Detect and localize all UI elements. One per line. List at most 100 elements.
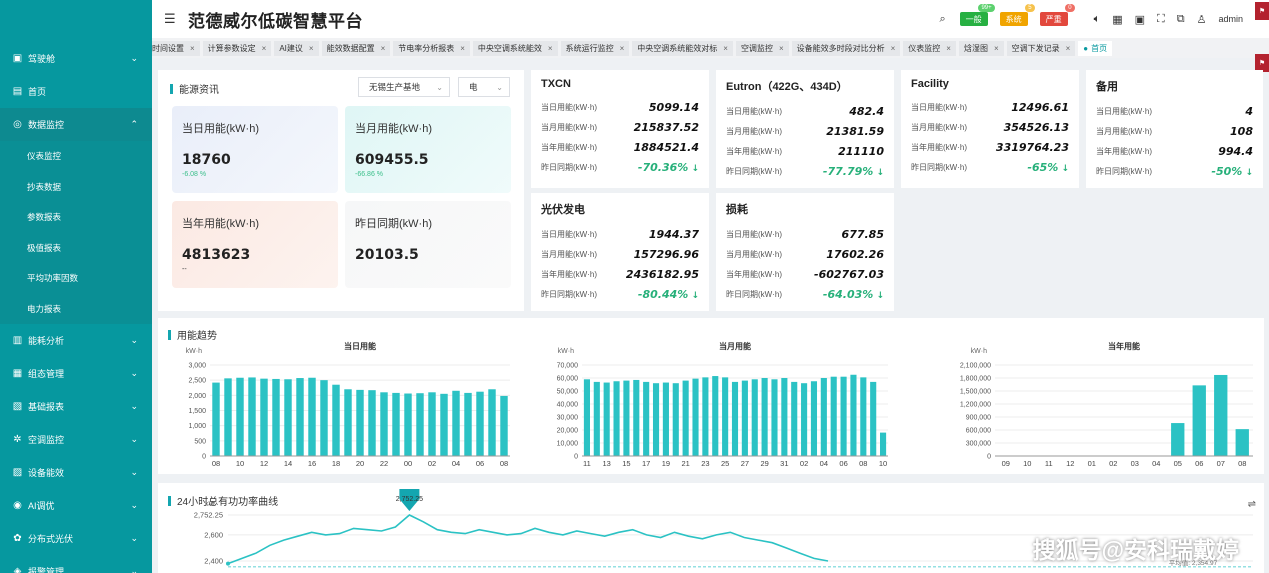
menu-toggle-icon[interactable]: ☰ bbox=[164, 11, 178, 27]
sidebar-item-10[interactable]: ▦ 组态管理 ⌄ bbox=[0, 357, 152, 390]
active-dot-icon: ● bbox=[1083, 43, 1089, 53]
meter-value: 215837.52 bbox=[633, 120, 699, 134]
alarm-badge-0[interactable]: 一般 99+ bbox=[959, 4, 995, 26]
stat-value: 609455.5 bbox=[355, 152, 429, 168]
close-icon[interactable]: × bbox=[190, 44, 195, 53]
close-icon[interactable]: × bbox=[460, 44, 465, 53]
monitor-icon: ◎ bbox=[13, 119, 22, 130]
sidebar-subitem-7[interactable]: 平均功率因数 bbox=[0, 263, 152, 294]
sidebar-item-2[interactable]: ◎ 数据监控 ⌃ bbox=[0, 108, 152, 141]
sidebar-item-1[interactable]: ▤ 首页 bbox=[0, 75, 152, 108]
meter-key: 当日用能(kW·h) bbox=[541, 102, 597, 112]
screen-icon[interactable]: ▣ bbox=[1135, 13, 1145, 26]
sidebar-item-14[interactable]: ◉ AI调优 ⌄ bbox=[0, 489, 152, 522]
sidebar-item-label: 报警管理 bbox=[28, 567, 65, 573]
tab-5[interactable]: 中央空调系统能效 × bbox=[472, 40, 558, 56]
bar bbox=[751, 379, 758, 456]
sidebar-item-label: 设备能效 bbox=[28, 468, 65, 478]
alarm-badge-2[interactable]: 严重 0 bbox=[1039, 4, 1075, 26]
qrcode-icon[interactable]: ▦ bbox=[1112, 13, 1122, 26]
tab-label: 首页 bbox=[1091, 43, 1108, 53]
tab-12[interactable]: 空调下发记录 × bbox=[1006, 40, 1076, 56]
meter-card-title: 光伏发电 bbox=[541, 204, 585, 216]
sidebar-subitem-4[interactable]: 抄表数据 bbox=[0, 171, 152, 202]
meter-row: 当年用能(kW·h) -602767.03 bbox=[726, 264, 884, 284]
y-tick-label: 2,600 bbox=[204, 530, 223, 539]
tab-9[interactable]: 设备能效多时段对比分析 × bbox=[791, 40, 901, 56]
close-icon[interactable]: × bbox=[779, 44, 784, 53]
tab-4[interactable]: 节电率分析报表 × bbox=[393, 40, 470, 56]
tab-8[interactable]: 空调监控 × bbox=[735, 40, 789, 56]
sidebar-item-0[interactable]: ▣ 驾驶舱 ⌄ bbox=[0, 42, 152, 75]
sidebar-subitem-8[interactable]: 电力报表 bbox=[0, 293, 152, 324]
meter-key: 当月用能(kW·h) bbox=[1096, 126, 1152, 136]
close-icon[interactable]: × bbox=[723, 44, 728, 53]
sidebar-subitem-label: 参数报表 bbox=[27, 212, 62, 223]
x-tick-label: 08 bbox=[859, 459, 867, 468]
tab-0[interactable]: 时间设置 × bbox=[152, 40, 200, 56]
sidebar-item-13[interactable]: ▨ 设备能效 ⌄ bbox=[0, 456, 152, 489]
bar bbox=[428, 392, 436, 456]
tab-label: 节电率分析报表 bbox=[398, 43, 455, 53]
bar bbox=[416, 393, 424, 456]
chevron-icon: ⌄ bbox=[130, 368, 138, 378]
tab-6[interactable]: 系统运行监控 × bbox=[560, 40, 630, 56]
type-select[interactable]: 电 ⌄ bbox=[458, 77, 510, 97]
meter-row: 当年用能(kW·h) 994.4 bbox=[1096, 141, 1253, 161]
x-tick-label: 04 bbox=[452, 459, 460, 468]
sidebar-item-16[interactable]: ◈ 报警管理 ⌄ bbox=[0, 555, 152, 573]
close-icon[interactable]: × bbox=[620, 44, 625, 53]
y-tick-label: 60,000 bbox=[557, 376, 579, 383]
x-tick-label: 08 bbox=[500, 459, 508, 468]
bar bbox=[672, 383, 679, 456]
bar bbox=[272, 378, 280, 456]
translate-icon[interactable]: ⧉ bbox=[1177, 13, 1185, 26]
tab-13[interactable]: ● 首页 bbox=[1078, 40, 1113, 56]
watermark: 搜狐号@安科瑞戴婷 bbox=[1032, 537, 1239, 563]
meter-row: 当日用能(kW·h) 677.85 bbox=[726, 224, 884, 244]
sidebar-subitem-5[interactable]: 参数报表 bbox=[0, 202, 152, 233]
sidebar-subitem-6[interactable]: 极值报表 bbox=[0, 232, 152, 263]
corner-badge-icon[interactable]: ⚑ bbox=[1255, 2, 1269, 20]
meter-key: 昨日同期(kW·h) bbox=[541, 289, 597, 299]
tab-7[interactable]: 中央空调系统能效对标 × bbox=[632, 40, 733, 56]
close-icon[interactable]: × bbox=[994, 44, 999, 53]
alarm-badge-1[interactable]: 系统 5 bbox=[999, 4, 1035, 26]
tab-10[interactable]: 仪表监控 × bbox=[903, 40, 956, 56]
meter-key: 当月用能(kW·h) bbox=[911, 122, 967, 132]
chart-title: 当日用能 bbox=[344, 341, 376, 351]
sidebar-item-label: 基础报表 bbox=[28, 402, 65, 412]
meter-row: 当年用能(kW·h) 1884521.4 bbox=[541, 137, 699, 157]
fullscreen-icon[interactable]: ⛶ bbox=[1157, 13, 1165, 26]
bar bbox=[593, 381, 600, 456]
close-icon[interactable]: × bbox=[891, 44, 896, 53]
sidebar-item-12[interactable]: ✲ 空调监控 ⌄ bbox=[0, 423, 152, 456]
close-icon[interactable]: × bbox=[548, 44, 553, 53]
bar bbox=[500, 395, 508, 456]
sidebar-subitem-3[interactable]: 仪表监控 bbox=[0, 141, 152, 172]
y-tick-label: 1,000 bbox=[188, 423, 206, 430]
search-icon[interactable]: ⌕ bbox=[939, 13, 945, 26]
tab-2[interactable]: AI建议 × bbox=[274, 40, 319, 56]
meter-key: 当月用能(kW·h) bbox=[726, 126, 782, 136]
close-icon[interactable]: × bbox=[381, 44, 386, 53]
username[interactable]: admin bbox=[1218, 14, 1243, 24]
sidebar-item-11[interactable]: ▧ 基础报表 ⌄ bbox=[0, 390, 152, 423]
site-select[interactable]: 无锡生产基地 ⌄ bbox=[358, 77, 450, 97]
tab-3[interactable]: 能效数据配置 × bbox=[321, 40, 391, 56]
meter-card-4: 光伏发电 当日用能(kW·h) 1944.37 当月用能(kW·h) 157296.96… bbox=[531, 193, 709, 311]
close-icon[interactable]: × bbox=[262, 44, 267, 53]
meter-key: 当年用能(kW·h) bbox=[541, 269, 597, 279]
close-icon[interactable]: × bbox=[309, 44, 314, 53]
meter-value: 4 bbox=[1245, 104, 1253, 118]
sidebar-item-15[interactable]: ✿ 分布式光伏 ⌄ bbox=[0, 522, 152, 555]
y-tick-label: 30,000 bbox=[557, 415, 579, 422]
close-icon[interactable]: × bbox=[1066, 44, 1071, 53]
mute-icon[interactable]: 🔈︎ bbox=[1094, 13, 1101, 26]
tab-1[interactable]: 计算参数设定 × bbox=[202, 40, 272, 56]
tab-11[interactable]: 焓湿图 × bbox=[958, 40, 1004, 56]
meter-value: -77.79% bbox=[823, 165, 884, 178]
close-icon[interactable]: × bbox=[946, 44, 951, 53]
sidebar-item-9[interactable]: ▥ 能耗分析 ⌄ bbox=[0, 324, 152, 357]
theme-icon[interactable]: ♙ bbox=[1197, 13, 1207, 26]
